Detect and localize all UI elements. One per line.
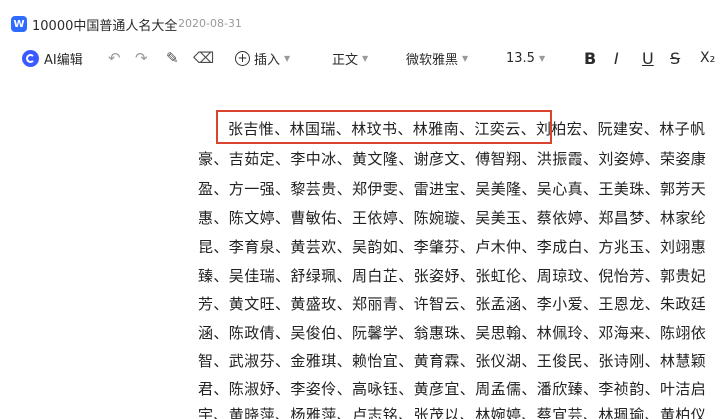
underline-button[interactable]: U xyxy=(642,44,654,72)
title-bar: W 10000中国普通人名大全 2020-08-31 xyxy=(0,0,726,40)
text-line: 智、武淑芬、金雅琪、赖怡宜、黄育霖、张仪湖、王俊民、张诗刚、林慧颖 xyxy=(198,352,707,370)
format-painter-icon[interactable]: ✎ xyxy=(166,44,179,72)
text-line: 昆、李育泉、黄芸欢、吴韵如、李肇芬、卢木仲、李成白、方兆玉、刘翊惠 xyxy=(198,238,707,256)
text-line: 宇、黄晓萍、杨雅萍、卢志铭、张茂以、林婉婷、蔡宜芸、林珮瑜、黄柏仪 xyxy=(198,406,707,419)
subscript-button[interactable]: X₂ xyxy=(700,44,715,72)
clear-format-icon[interactable]: ⌫ xyxy=(193,44,214,72)
document-title[interactable]: 10000中国普通人名大全 xyxy=(32,15,177,34)
text-line: 臻、吴佳瑞、舒绿珮、周白芷、张姿妤、张虹伦、周琼玟、倪怡芳、郭贵妃 xyxy=(198,267,707,285)
word-doc-icon: W xyxy=(11,16,27,32)
font-size-label: 13.5 xyxy=(506,50,535,66)
chevron-down-icon: ▼ xyxy=(462,53,469,63)
font-family-select[interactable]: 微软雅黑 ▼ xyxy=(406,44,468,72)
chevron-down-icon: ▼ xyxy=(284,53,291,63)
text-line: 惠、陈文婷、曹敏佑、王依婷、陈婉璇、吴美玉、蔡依婷、郑昌梦、林家纶 xyxy=(198,209,707,227)
paragraph-style-select[interactable]: 正文 ▼ xyxy=(332,44,368,72)
text-line: 盈、方一强、黎芸贵、郑伊雯、雷进宝、吴美隆、吴心真、王美珠、郭芳天 xyxy=(198,180,707,198)
strikethrough-button[interactable]: S xyxy=(670,44,680,72)
undo-icon[interactable]: ↶ xyxy=(108,44,121,72)
italic-button[interactable]: I xyxy=(614,44,619,72)
plus-circle-icon: + xyxy=(235,50,250,66)
document-date: 2020-08-31 xyxy=(178,17,242,30)
bold-button[interactable]: B xyxy=(584,44,596,72)
insert-label: 插入 xyxy=(254,52,281,68)
redo-icon[interactable]: ↷ xyxy=(135,44,148,72)
insert-menu-button[interactable]: + 插入 ▼ xyxy=(235,44,290,72)
ai-edit-button[interactable]: AI编辑 xyxy=(22,44,83,72)
font-family-label: 微软雅黑 xyxy=(406,52,459,68)
text-line: 张吉惟、林国瑞、林玟书、林雅南、江奕云、刘柏宏、阮建安、林子帆 xyxy=(228,120,706,138)
text-line: 豪、吉茹定、李中冰、黄文隆、谢彦文、傅智翔、洪振霞、刘姿婷、荣姿康 xyxy=(198,150,707,168)
chevron-down-icon: ▼ xyxy=(362,53,369,63)
ai-edit-label: AI编辑 xyxy=(44,52,83,68)
font-size-select[interactable]: 13.5 ▼ xyxy=(506,44,545,72)
text-line: 涵、陈政倩、吴俊伯、阮馨学、翁惠珠、吴思翰、林佩玲、邓海来、陈翊依 xyxy=(198,324,707,342)
text-line: 君、陈淑妤、李姿伶、高咏钰、黄彦宜、周孟儒、潘欣臻、李祯韵、叶洁启 xyxy=(198,380,707,398)
ai-icon xyxy=(22,49,39,67)
paragraph-style-label: 正文 xyxy=(332,52,359,68)
editor-toolbar: AI编辑 ↶ ↷ ✎ ⌫ + 插入 ▼ 正文 ▼ 微软雅黑 ▼ 13.5 ▼ B… xyxy=(0,44,726,72)
chevron-down-icon: ▼ xyxy=(538,53,546,63)
text-line: 芳、黄文旺、黄盛玫、郑丽青、许智云、张孟涵、李小爱、王恩龙、朱政廷 xyxy=(198,295,707,313)
